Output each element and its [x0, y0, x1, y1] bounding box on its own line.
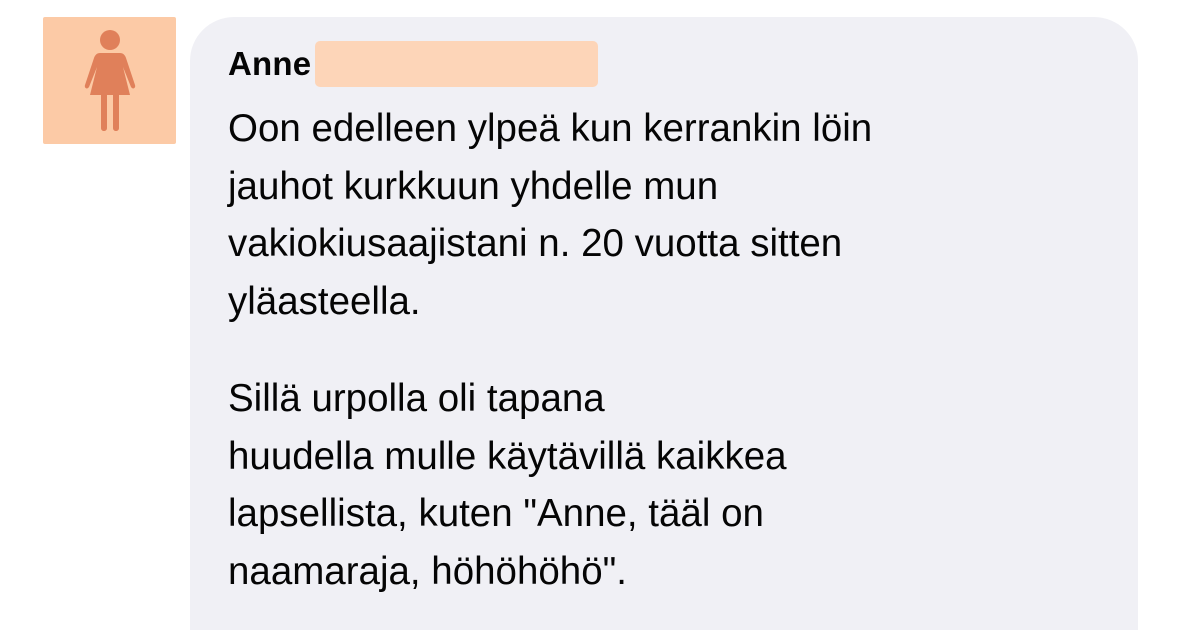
comment-screenshot: Anne Oon edelleen ylpeä kun kerrankin lö…: [0, 0, 1200, 630]
redacted-surname: [315, 41, 599, 87]
comment-paragraph-1: Oon edelleen ylpeä kun kerrankin löin ja…: [228, 107, 873, 323]
female-person-icon: [84, 29, 135, 131]
comment-header: Anne: [228, 41, 599, 87]
comment-paragraph-2: Sillä urpolla oli tapana huudella mulle …: [228, 377, 787, 593]
author-name[interactable]: Anne: [228, 45, 311, 83]
avatar[interactable]: [43, 17, 176, 144]
comment-text: Oon edelleen ylpeä kun kerrankin löin ja…: [228, 100, 1118, 600]
